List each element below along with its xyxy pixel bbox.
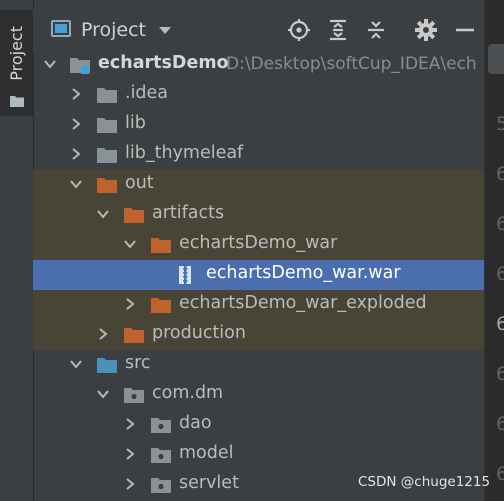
excluded-folder-icon [124,208,144,223]
tree-label: production [152,323,246,343]
excluded-folder-icon [151,238,171,253]
tree-label: servlet [179,473,239,493]
tree-label: lib_thymeleaf [125,143,244,163]
module-path: D:\Desktop\softCup_IDEA\ech [226,54,477,74]
tool-window-strip: Project [0,0,34,501]
line-number: 5 [496,113,504,135]
editor-tab-stub[interactable] [488,44,504,74]
chevron-down-icon[interactable] [159,27,171,34]
line-number: 6 [496,363,504,385]
tree-label: src [125,353,151,373]
tree-label: echartsDemo [98,53,229,73]
line-number: 6 [496,263,504,285]
tree-label: .idea [125,83,169,103]
chevron-right-icon[interactable] [123,417,137,431]
tree-row[interactable]: artifacts [33,200,484,230]
folder-icon [10,96,24,107]
chevron-down-icon[interactable] [69,357,83,371]
source-folder-icon [97,358,117,373]
tree-label: out [125,173,154,193]
minimize-icon[interactable] [453,18,477,42]
chevron-down-icon[interactable] [96,387,110,401]
folder-icon [97,118,117,133]
folder-icon [97,88,117,103]
excluded-folder-icon [97,178,117,193]
project-tool-tab[interactable]: Project [0,10,33,116]
tree-row-selected[interactable]: echartsDemo_war.war [33,260,484,290]
tree-label: echartsDemo_war_exploded [179,293,427,313]
tree-label: dao [179,413,212,433]
expand-all-icon[interactable] [326,18,350,42]
chevron-right-icon[interactable] [123,447,137,461]
tree-row[interactable]: src [33,350,484,380]
package-folder-icon [124,388,144,403]
line-number: 6 [496,313,504,335]
project-tree: echartsDemo D:\Desktop\softCup_IDEA\ech … [33,50,484,501]
chevron-down-icon[interactable] [43,57,57,71]
tree-label: echartsDemo_war.war [206,263,401,283]
tree-label: model [179,443,234,463]
watermark: CSDN @chuge1215 [358,474,491,490]
chevron-right-icon[interactable] [69,87,83,101]
chevron-right-icon[interactable] [96,327,110,341]
chevron-down-icon[interactable] [96,207,110,221]
tree-label: com.dm [152,383,224,403]
tree-row[interactable]: echartsDemo_war [33,230,484,260]
tree-row[interactable]: echartsDemo_war_exploded [33,290,484,320]
editor-gutter: 5 6 6 6 6 6 6 6 [484,0,504,501]
panel-title[interactable]: Project [81,19,146,41]
chevron-right-icon[interactable] [123,297,137,311]
tree-row[interactable]: out [33,170,484,200]
chevron-right-icon[interactable] [123,477,137,491]
collapse-all-icon[interactable] [364,18,388,42]
gear-icon[interactable] [414,18,438,42]
project-view-icon [51,20,71,37]
chevron-down-icon[interactable] [123,237,137,251]
project-tool-tab-label: Project [7,26,26,81]
tree-row[interactable]: lib_thymeleaf [33,140,484,170]
line-number: 6 [496,163,504,185]
chevron-right-icon[interactable] [69,117,83,131]
project-panel-header: Project [33,8,483,52]
line-number: 6 [496,463,504,485]
line-number: 6 [496,213,504,235]
tree-label: artifacts [152,203,225,223]
tree-row-root[interactable]: echartsDemo D:\Desktop\softCup_IDEA\ech [33,50,484,80]
folder-icon [97,148,117,163]
package-folder-icon [151,448,171,463]
chevron-down-icon[interactable] [69,177,83,191]
module-folder-icon [70,58,90,74]
tree-label: lib [125,113,146,133]
tree-row[interactable]: lib [33,110,484,140]
package-folder-icon [151,418,171,433]
tree-row[interactable]: .idea [33,80,484,110]
tree-label: echartsDemo_war [179,233,338,253]
tree-row[interactable]: dao [33,410,484,440]
package-folder-icon [151,478,171,493]
excluded-folder-icon [151,298,171,313]
tree-row[interactable]: model [33,440,484,470]
tree-row[interactable]: production [33,320,484,350]
tree-row[interactable]: com.dm [33,380,484,410]
line-number: 6 [496,413,504,435]
chevron-right-icon[interactable] [69,147,83,161]
excluded-folder-icon [124,328,144,343]
locate-target-icon[interactable] [287,18,311,42]
archive-file-icon [179,266,191,284]
